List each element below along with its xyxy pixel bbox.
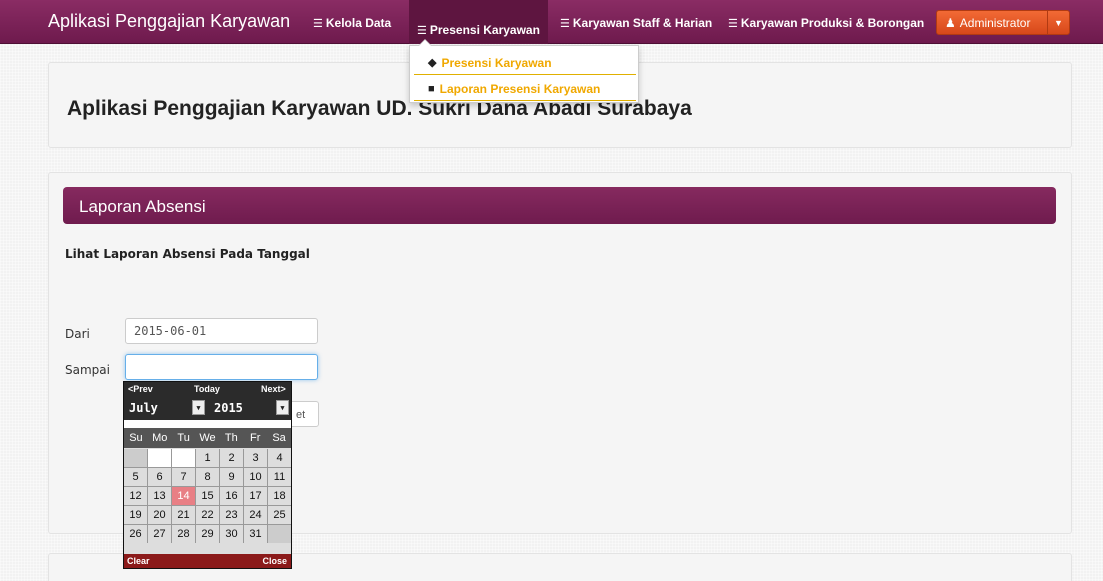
calendar-day[interactable]: 22 xyxy=(196,506,219,524)
briefcase-icon: ■ xyxy=(428,82,435,95)
submit-button[interactable]: et xyxy=(289,401,319,427)
tag-icon: ◆ xyxy=(428,57,437,69)
panel-heading: Laporan Absensi xyxy=(63,187,1056,224)
calendar-day[interactable]: 17 xyxy=(244,487,267,505)
calendar-day[interactable]: 14 xyxy=(172,487,195,505)
calendar-day[interactable]: 21 xyxy=(172,506,195,524)
weekday-label: Fr xyxy=(250,432,261,444)
nav-label: Karyawan Produksi & Borongan xyxy=(740,16,925,30)
calendar-day[interactable]: 10 xyxy=(244,468,267,486)
calendar-day[interactable]: 26 xyxy=(124,525,147,543)
calendar-day[interactable]: 2 xyxy=(220,449,243,467)
top-navbar: Aplikasi Penggajian Karyawan ☰ Kelola Da… xyxy=(0,0,1103,44)
calendar-day[interactable]: 27 xyxy=(148,525,171,543)
calendar-empty-cell xyxy=(268,525,291,543)
calendar-empty-cell xyxy=(124,449,147,467)
weekday-label: We xyxy=(199,432,216,444)
calendar-day-grid: 1 2 3 4 5 6 7 8 9 10 11 12 13 14 15 16 17 18 19 20 21 22 23 24 2… xyxy=(124,449,291,543)
calendar-day[interactable]: 24 xyxy=(244,506,267,524)
nav-karyawan-staff-harian[interactable]: ☰ Karyawan Staff & Harian xyxy=(560,16,712,30)
chevron-down-icon[interactable]: ▼ xyxy=(1047,11,1069,34)
calendar-day[interactable]: 30 xyxy=(220,525,243,543)
nav-karyawan-produksi-borongan[interactable]: ☰ Karyawan Produksi & Borongan xyxy=(728,16,924,30)
calendar-day[interactable]: 1 xyxy=(196,449,219,467)
calendar-divider xyxy=(124,420,291,428)
calendar-day[interactable]: 25 xyxy=(268,506,291,524)
calendar-day[interactable]: 5 xyxy=(124,468,147,486)
menu-item-laporan-presensi[interactable]: ■ Laporan Presensi Karyawan xyxy=(414,77,636,101)
menu-item-label: Laporan Presensi Karyawan xyxy=(439,81,601,96)
calendar-day[interactable]: 16 xyxy=(220,487,243,505)
calendar-day[interactable]: 6 xyxy=(148,468,171,486)
list-icon: ☰ xyxy=(560,17,570,30)
admin-label: Administrator xyxy=(959,15,1031,30)
weekday-label: Sa xyxy=(272,432,286,444)
menu-item-presensi-karyawan[interactable]: ◆ Presensi Karyawan xyxy=(414,51,636,75)
admin-menu-button[interactable]: ♟ Administrator ▼ xyxy=(936,10,1070,35)
nav-kelola-data[interactable]: ☰ Kelola Data xyxy=(313,16,391,30)
weekday-header: Su Mo Tu We Th Fr Sa xyxy=(124,428,291,448)
prev-month-button[interactable]: <Prev xyxy=(128,384,153,394)
calendar-day[interactable]: 11 xyxy=(268,468,291,486)
calendar-day[interactable]: 4 xyxy=(268,449,291,467)
month-value: July xyxy=(129,401,158,415)
today-button[interactable]: Today xyxy=(194,384,220,394)
calendar-day[interactable]: 15 xyxy=(196,487,219,505)
calendar-day[interactable]: 13 xyxy=(148,487,171,505)
year-value: 2015 xyxy=(214,401,243,415)
nav-presensi-karyawan[interactable]: ☰ Presensi Karyawan xyxy=(409,0,548,44)
month-select[interactable]: July ▼ xyxy=(126,400,205,417)
calendar-empty-cell xyxy=(148,449,171,467)
calendar-day[interactable]: 8 xyxy=(196,468,219,486)
calendar-day[interactable]: 7 xyxy=(172,468,195,486)
datepicker-calendar: <Prev Today Next> July ▼ 2015 ▼ Su Mo Tu We… xyxy=(123,381,292,569)
chevron-down-icon: ▼ xyxy=(276,400,289,415)
calendar-day[interactable]: 31 xyxy=(244,525,267,543)
calendar-header: <Prev Today Next> July ▼ 2015 ▼ xyxy=(124,382,291,420)
menu-item-label: Presensi Karyawan xyxy=(441,55,552,70)
user-icon: ♟ xyxy=(945,15,956,30)
calendar-day[interactable]: 12 xyxy=(124,487,147,505)
weekday-label: Tu xyxy=(177,432,190,444)
weekday-label: Su xyxy=(129,432,143,444)
to-label: Sampai xyxy=(65,363,110,377)
list-icon: ☰ xyxy=(417,24,427,37)
presensi-dropdown-menu: ◆ Presensi Karyawan ■ Laporan Presensi K… xyxy=(409,39,639,103)
nav-label: Presensi Karyawan xyxy=(429,23,540,37)
from-label: Dari xyxy=(65,327,90,341)
app-brand[interactable]: Aplikasi Penggajian Karyawan xyxy=(48,11,290,32)
to-date-input[interactable] xyxy=(125,354,318,380)
calendar-day[interactable]: 28 xyxy=(172,525,195,543)
calendar-footer: Clear Close xyxy=(124,554,291,568)
calendar-day[interactable]: 20 xyxy=(148,506,171,524)
calendar-day[interactable]: 3 xyxy=(244,449,267,467)
close-button[interactable]: Close xyxy=(262,556,287,566)
nav-label: Kelola Data xyxy=(325,16,392,30)
next-month-button[interactable]: Next> xyxy=(261,384,286,394)
form-subtitle: Lihat Laporan Absensi Pada Tanggal xyxy=(65,247,310,261)
chevron-down-icon: ▼ xyxy=(192,400,205,415)
from-date-input[interactable]: 2015-06-01 xyxy=(125,318,318,344)
weekday-label: Th xyxy=(224,432,238,444)
calendar-empty-cell xyxy=(172,449,195,467)
calendar-day[interactable]: 9 xyxy=(220,468,243,486)
calendar-day[interactable]: 19 xyxy=(124,506,147,524)
calendar-day[interactable]: 29 xyxy=(196,525,219,543)
calendar-day[interactable]: 18 xyxy=(268,487,291,505)
clear-button[interactable]: Clear xyxy=(127,556,150,566)
list-icon: ☰ xyxy=(313,17,323,30)
year-select[interactable]: 2015 ▼ xyxy=(211,400,289,417)
weekday-label: Mo xyxy=(152,432,168,444)
nav-label: Karyawan Staff & Harian xyxy=(572,16,713,30)
calendar-day[interactable]: 23 xyxy=(220,506,243,524)
list-icon: ☰ xyxy=(728,17,738,30)
